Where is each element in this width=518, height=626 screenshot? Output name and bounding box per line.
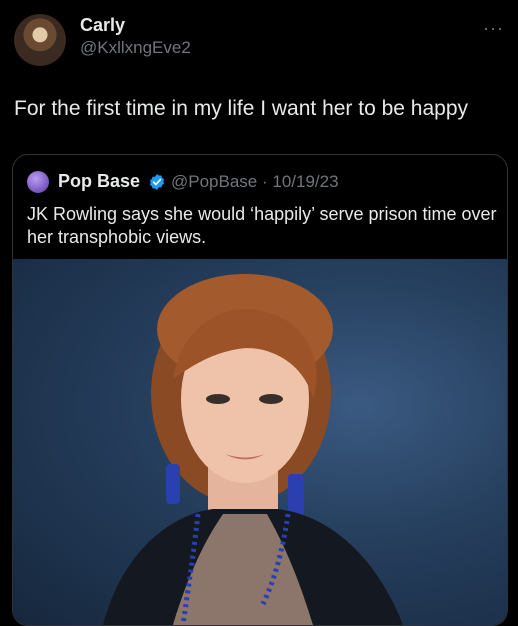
- quoted-photo[interactable]: [13, 259, 507, 625]
- author-avatar[interactable]: [14, 14, 66, 66]
- quoted-text: JK Rowling says she would ‘happily’ serv…: [27, 204, 497, 247]
- tweet-text: For the first time in my life I want her…: [14, 97, 469, 120]
- verified-badge-icon: [149, 174, 165, 190]
- quoted-meta: @PopBase · 10/19/23: [171, 172, 339, 191]
- portrait-image: [103, 274, 403, 625]
- author-handle[interactable]: @KxllxngEve2: [80, 38, 191, 58]
- quoted-name[interactable]: Pop Base: [58, 171, 140, 192]
- quoted-tweet[interactable]: Pop Base @PopBase · 10/19/23 JK Rowling …: [12, 154, 508, 626]
- author-name[interactable]: Carly: [80, 15, 125, 36]
- more-dots-icon[interactable]: ···: [483, 18, 504, 39]
- quoted-avatar[interactable]: [27, 171, 49, 193]
